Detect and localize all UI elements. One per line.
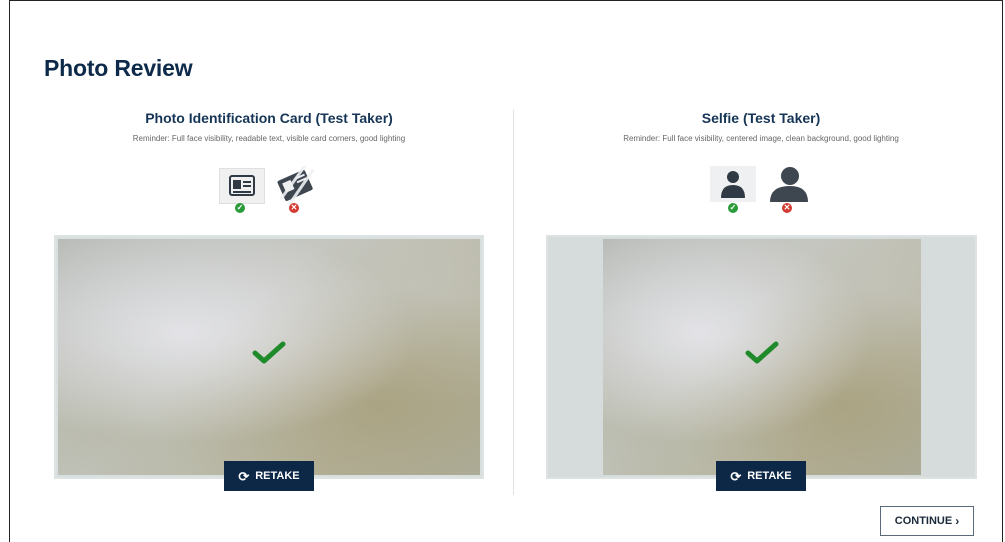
id-card-good-example-icon [219, 168, 265, 204]
selfie-retake-button[interactable]: ⟳ RETAKE [716, 461, 806, 491]
selfie-panel-hint: Reminder: Full face visibility, centered… [623, 134, 899, 143]
page-title: Photo Review [44, 55, 193, 81]
selfie-panel-title: Selfie (Test Taker) [701, 110, 821, 126]
selfie-good-example-icon [710, 166, 756, 202]
id-card-bad-example-icon [272, 163, 318, 206]
id-card-panel-title: Photo Identification Card (Test Taker) [145, 110, 393, 126]
selfie-bad-example-icon [764, 166, 810, 202]
refresh-icon: ⟳ [730, 468, 742, 484]
refresh-icon: ⟳ [238, 468, 250, 484]
retake-label: RETAKE [255, 470, 300, 482]
continue-button[interactable]: CONTINUE › [880, 506, 974, 536]
good-example-check-badge: ✓ [728, 203, 738, 213]
chevron-right-icon: › [955, 514, 960, 528]
retake-label: RETAKE [747, 470, 792, 482]
continue-label: CONTINUE [894, 515, 953, 527]
panel-divider [513, 110, 514, 495]
id-card-retake-button[interactable]: ⟳ RETAKE [224, 461, 314, 491]
bad-example-x-badge: ✕ [782, 203, 792, 213]
check-icon [745, 341, 779, 365]
bad-example-x-badge: ✕ [289, 203, 299, 213]
check-icon [252, 341, 286, 365]
id-card-panel-hint: Reminder: Full face visibility, readable… [132, 134, 406, 143]
good-example-check-badge: ✓ [235, 203, 245, 213]
